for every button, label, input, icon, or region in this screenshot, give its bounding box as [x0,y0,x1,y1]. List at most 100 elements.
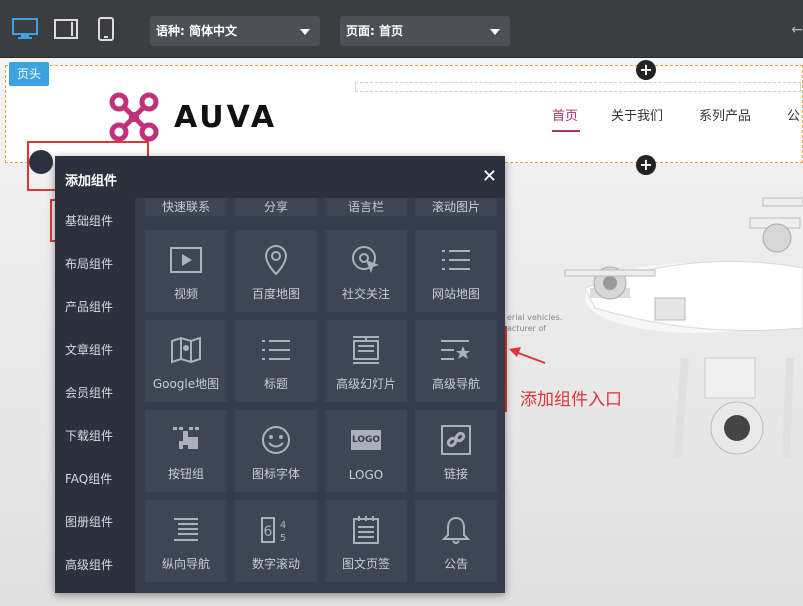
chevron-down-icon [300,29,310,35]
tablet-icon [54,19,78,39]
tile-label: 快速联系 [161,200,210,214]
banner-text-line: erial vehicles. [507,313,563,322]
nav-item-home[interactable]: 首页 [552,105,578,124]
tile-label: 百度地图 [251,287,300,301]
video-icon [170,247,202,273]
component-tile-baidu-map[interactable]: 百度地图 [235,230,317,312]
hand-pointer-icon [173,427,199,449]
link-icon [441,425,471,455]
add-section-above-button[interactable]: + [636,60,656,80]
smiley-icon [262,426,290,454]
svg-text:4: 4 [280,520,286,531]
mobile-view-button[interactable] [92,14,120,44]
banner-text-line: acturer of [507,324,547,333]
tile-label: 图文页签 [341,557,390,571]
tile-label: 视频 [173,287,198,301]
component-tile-scroll-images[interactable]: 滚动图片 [415,198,497,216]
tile-label: 图标字体 [251,467,300,481]
tile-label: 网站地图 [431,287,480,301]
site-logo[interactable]: AUVA [108,91,277,143]
header-section-tag[interactable]: 页头 [9,62,49,86]
editor-toolbar: 语种: 简体中文 页面: 首页 ← [0,0,803,58]
component-tile-advanced-nav[interactable]: 高级导航 [415,320,497,402]
tile-label: 公告 [443,557,468,571]
slideshow-icon [353,336,379,364]
tile-label: 标题 [263,377,288,391]
nav-star-icon [441,340,470,360]
component-tile-icon-font[interactable]: 图标字体 [235,410,317,492]
logo-badge-icon: LOGO [351,430,381,450]
category-download[interactable]: 下载组件 [65,427,113,444]
tile-label: 分享 [263,200,288,214]
component-tile-sitemap[interactable]: 网站地图 [415,230,497,312]
nav-item-about[interactable]: 关于我们 [611,105,663,124]
component-tile-notice[interactable]: 公告 [415,500,497,582]
component-grid: 快速联系 分享 语言栏 滚动图片 视频 百度地图 社交关注 网站地图 Googl… [135,198,505,593]
list-icon [442,250,470,270]
nav-item-products[interactable]: 系列产品 [699,105,751,124]
tile-label: 高级幻灯片 [335,377,396,391]
panel-title: 添加组件 [65,174,118,189]
component-tile-link[interactable]: 链接 [415,410,497,492]
component-tile-video[interactable]: 视频 [145,230,227,312]
svg-text:5: 5 [280,533,286,544]
component-tile-vertical-nav[interactable]: 纵向导航 [145,500,227,582]
desktop-view-button[interactable] [11,14,39,44]
add-component-panel: 添加组件 ✕ 基础组件 布局组件 产品组件 文章组件 会员组件 下载组件 FAQ… [55,156,505,593]
number-counter-icon: 6 4 5 [261,517,286,544]
category-layout[interactable]: 布局组件 [65,255,113,272]
svg-text:6: 6 [264,524,273,540]
tile-label: 高级导航 [431,377,480,391]
component-tile-language-bar[interactable]: 语言栏 [325,198,407,216]
component-tile-quick-contact[interactable]: 快速联系 [145,198,227,216]
component-category-list: 基础组件 布局组件 产品组件 文章组件 会员组件 下载组件 FAQ组件 图册组件… [55,198,135,593]
desktop-icon [12,18,38,39]
component-tile-tabs[interactable]: 图文页签 [325,500,407,582]
category-faq[interactable]: FAQ组件 [65,470,112,487]
category-gallery[interactable]: 图册组件 [65,513,113,530]
nav-active-underline [552,130,580,132]
heading-lines-icon [262,340,290,360]
tile-label: 按钮组 [167,467,204,481]
social-follow-icon [352,246,379,273]
tile-label: Google地图 [152,377,220,391]
category-article[interactable]: 文章组件 [65,341,113,358]
page-select-label: 页面: 首页 [346,24,403,38]
vertical-list-icon [174,518,198,541]
language-select[interactable]: 语种: 简体中文 [150,16,320,46]
category-basic[interactable]: 基础组件 [65,212,113,229]
component-tile-google-map[interactable]: Google地图 [145,320,227,402]
nav-item-company[interactable]: 公 [787,105,800,124]
tile-label: 滚动图片 [431,200,480,214]
collapse-arrow-icon[interactable]: ← [791,22,803,38]
language-select-label: 语种: 简体中文 [156,24,237,38]
drone-logo-icon [109,92,159,142]
editor-root: 语种: 简体中文 页面: 首页 ← 页头 AUVA 首页 关于我们 系列产品 公… [0,0,803,606]
header-placeholder-area [355,82,801,92]
bell-icon [442,516,470,544]
category-product[interactable]: 产品组件 [65,298,113,315]
tile-label: 纵向导航 [161,557,210,571]
logo-text: AUVA [174,99,278,135]
close-icon[interactable]: ✕ [482,166,497,187]
page-select[interactable]: 页面: 首页 [340,16,510,46]
tile-label: 语言栏 [347,200,384,214]
component-tile-advanced-slider[interactable]: 高级幻灯片 [325,320,407,402]
component-tile-share[interactable]: 分享 [235,198,317,216]
tile-label: LOGO [348,468,384,482]
category-member[interactable]: 会员组件 [65,384,113,401]
component-tile-heading[interactable]: 标题 [235,320,317,402]
annotation-arrow-icon [509,347,546,364]
category-advanced[interactable]: 高级组件 [65,556,113,573]
tabs-icon [353,516,379,544]
drone-banner-image [564,197,803,458]
component-tile-button-group[interactable]: 按钮组 [145,410,227,492]
component-tile-logo[interactable]: LOGO LOGO [325,410,407,492]
component-tile-number-scroll[interactable]: 64 5 数字滚动 [235,500,317,582]
map-pin-icon [264,244,288,276]
tile-label: 链接 [443,467,468,481]
tile-label: 数字滚动 [251,557,300,571]
tablet-view-button[interactable] [52,14,80,44]
component-tile-social-follow[interactable]: 社交关注 [325,230,407,312]
folded-map-icon [171,336,201,364]
